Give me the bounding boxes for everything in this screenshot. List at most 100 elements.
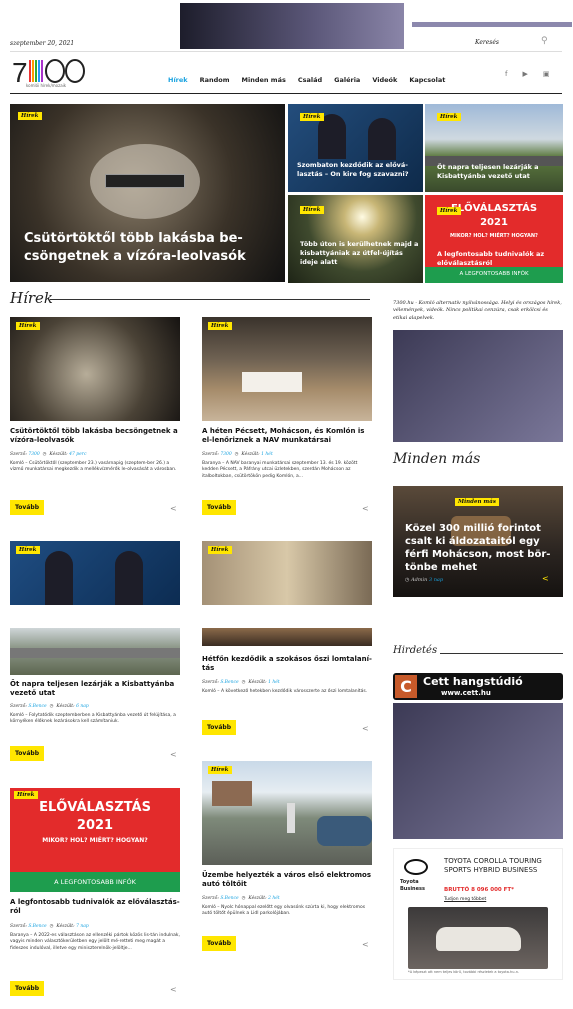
- share-icon[interactable]: <: [362, 940, 369, 949]
- tile-2-title[interactable]: Öt napra teljesen lezárják a Kisbattyánb…: [437, 163, 559, 181]
- cett-logo: C: [395, 675, 417, 698]
- card-1-meta: Szerző: 7300 ◷ Készült: 47 perc: [10, 452, 87, 457]
- toyota-link[interactable]: Tudjon meg többet: [444, 897, 486, 902]
- card-3a-badge: Hírek: [16, 546, 40, 554]
- top-banner-ad[interactable]: [180, 3, 404, 49]
- nav-hirek[interactable]: Hírek: [168, 76, 188, 84]
- featured-main-title[interactable]: Csütörtöktől több lakásba be-csöngetnek …: [24, 230, 274, 265]
- card-6-more-button[interactable]: Tovább: [202, 936, 236, 951]
- card-3-meta: Szerző: S.Bence ◷ Készült: 6 nap: [10, 704, 89, 709]
- toyota-title: TOYOTA COROLLA TOURING SPORTS HYBRID BUS…: [444, 857, 542, 875]
- site-description: 7300.hu - Komló alternatív nyilvánossága…: [393, 300, 562, 321]
- featured-tile-3[interactable]: Hírek Több úton is kerülhetnek majd a ki…: [288, 195, 423, 283]
- card-5-image[interactable]: ELŐVÁLASZTÁS 2021 MIKOR? HOL? MIÉRT? HOG…: [10, 788, 180, 892]
- top-banner-strip: [412, 22, 572, 27]
- social-links: f ▶ ▣: [505, 70, 549, 78]
- candidate-photo-2: [368, 118, 396, 160]
- facebook-icon[interactable]: f: [505, 70, 507, 78]
- tile-4-title[interactable]: A legfontosabb tudnivalók az előválasztá…: [437, 250, 561, 268]
- featured-main-badge: Hírek: [18, 112, 42, 120]
- toyota-brand: Toyota Business: [400, 879, 425, 892]
- tile-1-badge: Hírek: [300, 113, 324, 121]
- card-3-more-button[interactable]: Tovább: [10, 746, 44, 761]
- header-divider: [10, 51, 562, 52]
- card-5-excerpt: Baranya – A 2022-es választáson az ellen…: [10, 933, 180, 951]
- minden-mas-card[interactable]: Minden más Közel 300 millió forintot csa…: [393, 486, 563, 597]
- card-4-title[interactable]: Hétfőn kezdődik a szokásos őszi lomtalan…: [202, 655, 372, 673]
- nav-videok[interactable]: Videók: [372, 76, 397, 84]
- main-nav: Hírek Random Minden más Család Galéria V…: [168, 76, 445, 84]
- card-3a-image[interactable]: Hírek: [10, 541, 180, 605]
- card-1-title[interactable]: Csütörtöktől több lakásba becsöngetnek a…: [10, 427, 180, 445]
- card-2-title[interactable]: A héten Pécsett, Mohácson, és Komlón is …: [202, 427, 372, 445]
- card-1-excerpt: Komló – Csütörtöktől (szeptember 23.) va…: [10, 461, 177, 473]
- nav-minden-mas[interactable]: Minden más: [242, 76, 286, 84]
- toyota-logo-icon: [404, 859, 428, 875]
- nav-csalad[interactable]: Család: [298, 76, 322, 84]
- nav-galeria[interactable]: Galéria: [334, 76, 360, 84]
- minden-mas-meta: ◷ Admin 3 nap: [405, 577, 444, 583]
- card-6-badge: Hírek: [208, 766, 232, 774]
- tile-3-title[interactable]: Több úton is kerülhetnek majd a kisbatty…: [300, 240, 420, 266]
- logo-subtitle: komlói hírek/mozaik: [26, 83, 67, 88]
- card-2-image[interactable]: Hírek: [202, 317, 372, 421]
- minden-mas-badge: Minden más: [455, 498, 499, 506]
- section-title-hirek: Hírek: [10, 289, 54, 307]
- cett-url: www.cett.hu: [441, 689, 491, 697]
- card-3-image[interactable]: [10, 628, 180, 675]
- nav-kapcsolat[interactable]: Kapcsolat: [409, 76, 445, 84]
- sidebar-ad-1[interactable]: [393, 330, 563, 442]
- card-3-title[interactable]: Öt napra teljesen lezárják a Kisbattyánb…: [10, 680, 180, 698]
- instagram-icon[interactable]: ▣: [543, 70, 550, 78]
- road-image: [10, 648, 180, 658]
- card-4-more-button[interactable]: Tovább: [202, 720, 236, 735]
- toyota-ad[interactable]: Toyota Business TOYOTA COROLLA TOURING S…: [393, 848, 563, 980]
- youtube-icon[interactable]: ▶: [522, 70, 527, 78]
- share-icon[interactable]: <: [170, 750, 177, 759]
- share-icon[interactable]: <: [170, 985, 177, 994]
- candidate-photo-1: [45, 551, 73, 605]
- featured-tile-1[interactable]: Hírek Szombaton kezdődik az elővá-lasztá…: [288, 104, 423, 192]
- candidate-photo-2: [115, 551, 143, 605]
- card-5-meta: Szerző: S.Bence ◷ Készült: 7 nap: [10, 924, 89, 929]
- share-icon[interactable]: <: [170, 504, 177, 513]
- toyota-price: BRUTTÓ 8 096 000 FT*: [444, 887, 515, 893]
- toyota-car-image: [408, 907, 548, 969]
- nav-random[interactable]: Random: [200, 76, 230, 84]
- card-4-meta: Szerző: S.Bence ◷ Készült: 1 hét: [202, 680, 280, 685]
- card-1-image[interactable]: Hírek: [10, 317, 180, 421]
- featured-tile-4[interactable]: ELŐVÁLASZTÁS 2021 MIKOR? HOL? MIÉRT? HOG…: [425, 195, 563, 283]
- tile-2-badge: Hírek: [437, 113, 461, 121]
- sidebar-ad-2[interactable]: [393, 703, 563, 839]
- search-label[interactable]: Keresés: [475, 39, 499, 46]
- card-6-excerpt: Komló – Nyolc hónappal ezelőtt egy olvas…: [202, 905, 366, 917]
- car-image: [317, 816, 372, 846]
- card-4a-badge: Hírek: [208, 546, 232, 554]
- card-2-excerpt: Baranya – A NAV baranyai munkatársai sze…: [202, 461, 358, 479]
- share-icon[interactable]: <: [362, 504, 369, 513]
- search-icon[interactable]: ⚲: [541, 36, 551, 46]
- card-1-more-button[interactable]: Tovább: [10, 500, 44, 515]
- card-6-image[interactable]: Hírek: [202, 761, 372, 865]
- featured-main[interactable]: Hírek Csütörtöktől több lakásba be-csöng…: [10, 104, 285, 282]
- card-5-title[interactable]: A legfontosabb tudnivalók az előválasztá…: [10, 898, 180, 916]
- card-5-line1: ELŐVÁLASZTÁS: [39, 800, 151, 815]
- cett-ad[interactable]: C Cett hangstúdió www.cett.hu: [393, 673, 563, 700]
- featured-tile-2[interactable]: Hírek Öt napra teljesen lezárják a Kisba…: [425, 104, 563, 192]
- minden-mas-title[interactable]: Közel 300 millió forintot csalt ki áldoz…: [405, 522, 555, 574]
- card-4-image[interactable]: [202, 628, 372, 646]
- building-image: [212, 781, 252, 806]
- card-5-more-button[interactable]: Tovább: [10, 981, 44, 996]
- table-napkin: [242, 372, 302, 392]
- toyota-fineprint: *A képeszt ott nem teljes körű, további …: [408, 970, 520, 974]
- card-1-badge: Hírek: [16, 322, 40, 330]
- tile-1-title[interactable]: Szombaton kezdődik az elővá-lasztás – On…: [297, 161, 419, 179]
- share-icon[interactable]: <: [542, 574, 549, 583]
- site-logo[interactable]: 7 komlói hírek/mozaik: [12, 56, 87, 90]
- share-icon[interactable]: <: [362, 724, 369, 733]
- card-6-title[interactable]: Üzembe helyezték a város első elektromos…: [202, 871, 372, 889]
- hirdetes-line: [440, 653, 563, 654]
- card-2-more-button[interactable]: Tovább: [202, 500, 236, 515]
- card-5-badge: Hírek: [14, 791, 38, 799]
- card-4a-image[interactable]: Hírek: [202, 541, 372, 605]
